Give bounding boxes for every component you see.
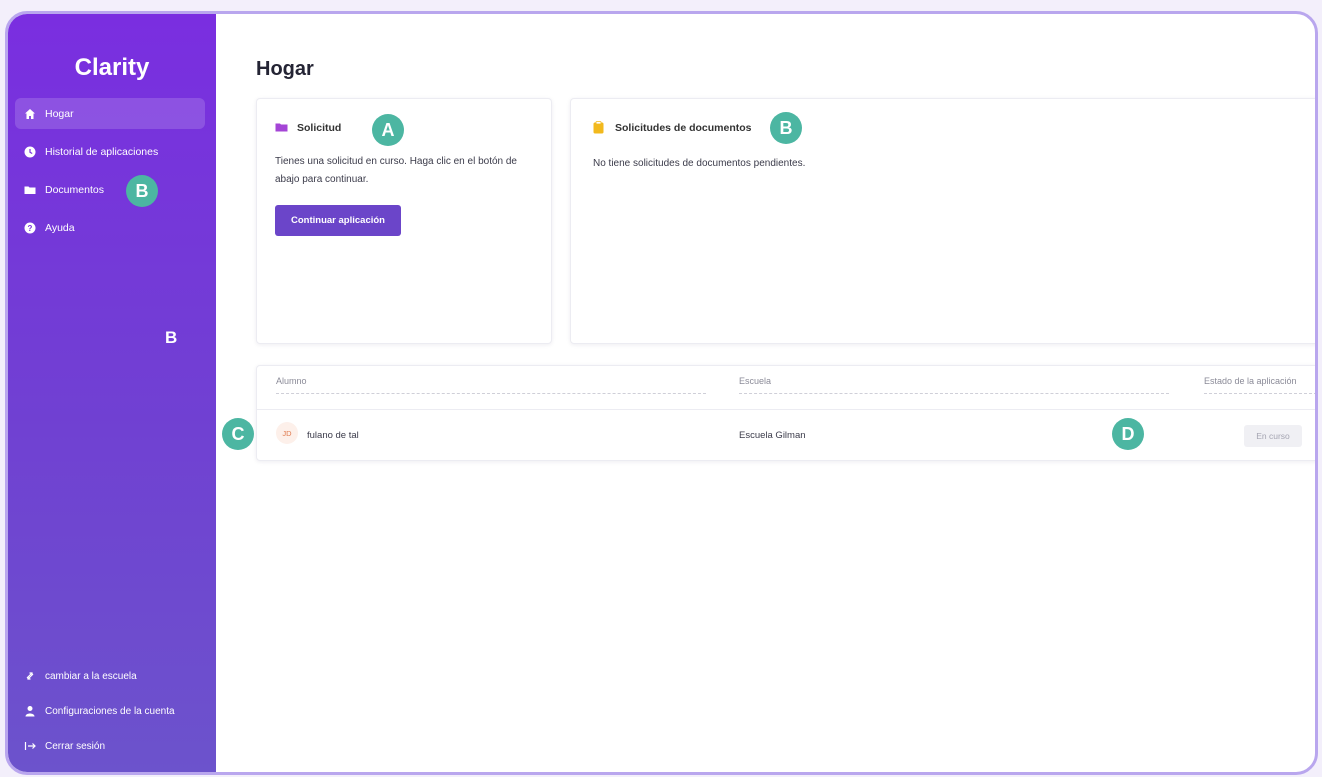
sidebar-bottom-nav: cambiar a la escuela Configuraciones de … [15, 661, 211, 766]
sidebar-nav: Hogar Historial de aplicaciones Document… [15, 98, 205, 250]
logout-icon [23, 739, 37, 753]
switch-school-link[interactable]: cambiar a la escuela [15, 661, 211, 691]
sidebar-item-historial[interactable]: Historial de aplicaciones [15, 136, 205, 167]
annotation-marker-d: D [1112, 418, 1144, 450]
sidebar-item-label: Ayuda [45, 221, 75, 234]
solicitud-card-title: Solicitud [297, 122, 342, 134]
sidebar-item-label: Hogar [45, 107, 74, 120]
document-requests-text: No tiene solicitudes de documentos pendi… [593, 158, 806, 169]
solicitud-card-text: Tienes una solicitud en curso. Haga clic… [275, 156, 517, 185]
annotation-marker-b: B [126, 175, 158, 207]
column-header-alumno: Alumno [276, 376, 706, 394]
sidebar-item-label: cambiar a la escuela [45, 670, 137, 682]
clipboard-icon [593, 121, 607, 135]
sidebar-item-hogar[interactable]: Hogar [15, 98, 205, 129]
document-requests-header: Solicitudes de documentos [593, 121, 752, 135]
continue-application-button[interactable]: Continuar aplicación [275, 205, 401, 236]
user-icon [23, 704, 37, 718]
document-requests-title: Solicitudes de documentos [615, 122, 752, 134]
document-requests-card: Solicitudes de documentos No tiene solic… [570, 98, 1315, 344]
solicitud-card-header: Solicitud [275, 121, 341, 135]
folder-icon [23, 183, 37, 197]
sidebar-item-label: Configuraciones de la cuenta [45, 705, 175, 717]
sidebar-item-documentos[interactable]: Documentos [15, 174, 205, 205]
home-icon [23, 107, 37, 121]
svg-text:?: ? [28, 224, 33, 233]
sidebar-item-ayuda[interactable]: ? Ayuda [15, 212, 205, 243]
column-header-escuela: Escuela [739, 376, 1169, 394]
page-title: Hogar [256, 58, 314, 80]
sidebar-item-label: Historial de aplicaciones [45, 145, 159, 158]
annotation-marker-a: A [372, 114, 404, 146]
solicitud-card: Solicitud Tienes una solicitud en curso.… [256, 98, 552, 344]
account-settings-link[interactable]: Configuraciones de la cuenta [15, 696, 211, 726]
app-window: Clarity Hogar Historial de aplicaciones … [5, 11, 1318, 775]
folder-icon [275, 121, 289, 135]
sidebar: Clarity Hogar Historial de aplicaciones … [8, 14, 216, 772]
clock-icon [23, 145, 37, 159]
avatar: JD [276, 422, 298, 444]
annotation-letter-b: B [165, 328, 178, 347]
status-badge: En curso [1244, 425, 1302, 447]
sidebar-item-label: Documentos [45, 183, 104, 196]
annotation-marker-b: B [770, 112, 802, 144]
row-divider [257, 409, 1315, 410]
sidebar-item-label: Cerrar sesión [45, 740, 106, 752]
applications-table: Alumno Escuela Estado de la aplicación J… [256, 365, 1315, 461]
annotation-marker-c: C [222, 418, 254, 450]
switch-icon [23, 669, 37, 683]
school-name: Escuela Gilman [739, 430, 806, 441]
brand-logo: Clarity [74, 54, 150, 81]
student-name: fulano de tal [307, 430, 359, 441]
logout-link[interactable]: Cerrar sesión [15, 731, 211, 761]
help-icon: ? [23, 221, 37, 235]
column-header-estado: Estado de la aplicación [1204, 376, 1315, 394]
